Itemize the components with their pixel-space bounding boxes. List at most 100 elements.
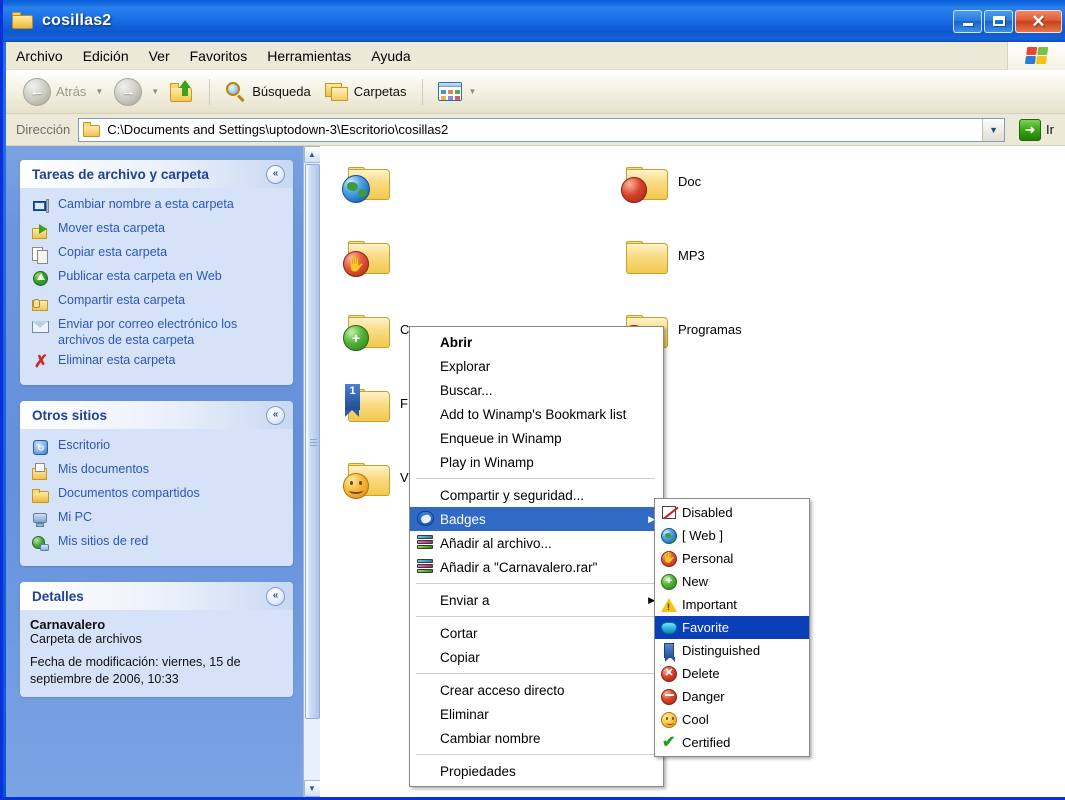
client-area: Archivo Edición Ver Favoritos Herramient…	[6, 42, 1065, 797]
ctx-item-winamp-bookmark[interactable]: Add to Winamp's Bookmark list	[410, 402, 663, 426]
scrollbar-thumb[interactable]	[304, 164, 320, 719]
badge-item-danger[interactable]: Danger	[655, 685, 809, 708]
minimize-button[interactable]	[953, 9, 982, 33]
network-places-icon	[32, 535, 50, 553]
ctx-item-cambiar-nombre[interactable]: Cambiar nombre	[410, 726, 663, 750]
forward-history-caret-icon[interactable]: ▼	[151, 87, 159, 96]
file-item-doc[interactable]: Doc	[620, 158, 701, 204]
chevron-up-icon[interactable]: «	[266, 586, 285, 606]
task-copy-folder[interactable]: Copiar esta carpeta	[30, 243, 283, 267]
back-button[interactable]: ← Atrás	[16, 74, 93, 110]
main-split: Tareas de archivo y carpeta « Cambiar no…	[6, 146, 1065, 797]
task-move-folder[interactable]: Mover esta carpeta	[30, 219, 283, 243]
views-button[interactable]: ▼	[431, 78, 488, 105]
badge-item-personal[interactable]: ✋ Personal	[655, 547, 809, 570]
badge-item-disabled[interactable]: Disabled	[655, 501, 809, 524]
ctx-item-anadir-al-archivo[interactable]: Añadir al archivo...	[410, 531, 663, 555]
menu-edicion[interactable]: Edición	[73, 44, 139, 68]
no-icon	[416, 333, 436, 351]
badge-item-important[interactable]: Important	[655, 593, 809, 616]
menu-ayuda[interactable]: Ayuda	[361, 44, 420, 68]
address-input[interactable]: C:\Documents and Settings\uptodown-3\Esc…	[78, 117, 1006, 142]
copy-icon	[32, 246, 50, 264]
scrollbar-track[interactable]	[303, 163, 321, 780]
panel-title: Otros sitios	[32, 407, 108, 423]
badge-item-delete[interactable]: ✕ Delete	[655, 662, 809, 685]
panel-header[interactable]: Tareas de archivo y carpeta «	[20, 160, 293, 188]
go-button[interactable]: ➜ Ir	[1014, 117, 1059, 143]
badges-submenu[interactable]: Disabled [ Web ] ✋ Personal + New ! Impo…	[654, 498, 810, 757]
context-menu[interactable]: Abrir Explorar Buscar... Add to Winamp's…	[409, 326, 664, 787]
ctx-item-buscar[interactable]: Buscar...	[410, 378, 663, 402]
my-documents-icon	[32, 463, 50, 481]
search-button[interactable]: Búsqueda	[218, 77, 318, 107]
file-item-cool[interactable]: V	[342, 454, 409, 500]
badge-item-distinguished[interactable]: Distinguished	[655, 639, 809, 662]
ctx-item-eliminar[interactable]: Eliminar	[410, 702, 663, 726]
file-item-mp3[interactable]: MP3	[620, 232, 705, 278]
ctx-item-cortar[interactable]: Cortar	[410, 621, 663, 645]
file-item-distinguished[interactable]: 1 F	[342, 380, 408, 426]
ctx-item-propiedades[interactable]: Propiedades	[410, 759, 663, 783]
ctx-item-crear-acceso-directo[interactable]: Crear acceso directo	[410, 678, 663, 702]
sidebar-scrollbar[interactable]: ▲ ▼	[303, 146, 321, 797]
chevron-up-icon[interactable]: «	[266, 405, 285, 425]
maximize-button[interactable]	[984, 9, 1013, 33]
badge-item-favorite[interactable]: Favorite	[655, 616, 809, 639]
badge-item-certified[interactable]: ✔ Certified	[655, 731, 809, 754]
task-label: Eliminar esta carpeta	[58, 353, 176, 368]
folders-button[interactable]: Carpetas	[318, 78, 414, 106]
place-label: Mis documentos	[58, 462, 150, 477]
task-send-mail[interactable]: Enviar por correo electrónico los archiv…	[30, 315, 283, 351]
task-share-folder[interactable]: Compartir esta carpeta	[30, 291, 283, 315]
ctx-item-copiar[interactable]: Copiar	[410, 645, 663, 669]
up-button[interactable]	[163, 77, 201, 106]
file-item-new[interactable]: + C	[342, 306, 409, 352]
task-publish-web[interactable]: Publicar esta carpeta en Web	[30, 267, 283, 291]
back-history-caret-icon[interactable]: ▼	[95, 87, 103, 96]
views-caret-icon[interactable]: ▼	[469, 87, 477, 96]
toolbar: ← Atrás ▼ → ▼ Búsqueda Carpetas ▼	[6, 70, 1065, 114]
explorer-window: cosillas2 ✕ Archivo Edición Ver Favorito…	[0, 0, 1065, 800]
my-pc-icon	[32, 511, 50, 529]
winrar-icon	[416, 558, 436, 576]
ctx-item-compartir-seguridad[interactable]: Compartir y seguridad...	[410, 483, 663, 507]
badge-item-web[interactable]: [ Web ]	[655, 524, 809, 547]
menu-archivo[interactable]: Archivo	[6, 44, 73, 68]
place-escritorio[interactable]: ↻ Escritorio	[30, 436, 283, 460]
ctx-item-winamp-enqueue[interactable]: Enqueue in Winamp	[410, 426, 663, 450]
window-controls: ✕	[953, 9, 1065, 33]
address-dropdown-icon[interactable]: ▼	[982, 118, 1005, 141]
file-item-personal[interactable]: ✋	[342, 232, 400, 278]
ctx-item-explorar[interactable]: Explorar	[410, 354, 663, 378]
file-item-web[interactable]	[342, 158, 400, 204]
place-mis-documentos[interactable]: Mis documentos	[30, 460, 283, 484]
window-title: cosillas2	[42, 12, 112, 29]
ctx-item-enviar-a[interactable]: Enviar a ▶	[410, 588, 663, 612]
place-mi-pc[interactable]: Mi PC	[30, 508, 283, 532]
close-button[interactable]: ✕	[1015, 9, 1062, 33]
place-mis-sitios-de-red[interactable]: Mis sitios de red	[30, 532, 283, 556]
new-plus-icon: +	[343, 325, 369, 351]
menu-favoritos[interactable]: Favoritos	[180, 44, 258, 68]
ctx-item-abrir[interactable]: Abrir	[410, 330, 663, 354]
title-bar[interactable]: cosillas2 ✕	[3, 0, 1065, 42]
ctx-item-winamp-play[interactable]: Play in Winamp	[410, 450, 663, 474]
ctx-item-badges[interactable]: Badges ▶	[410, 507, 663, 531]
menu-ver[interactable]: Ver	[139, 44, 180, 68]
scroll-up-button[interactable]: ▲	[303, 146, 321, 163]
badge-item-new[interactable]: + New	[655, 570, 809, 593]
badge-item-cool[interactable]: Cool	[655, 708, 809, 731]
menu-herramientas[interactable]: Herramientas	[257, 44, 361, 68]
windows-logo-icon	[1007, 42, 1065, 70]
ctx-item-anadir-a-rar[interactable]: Añadir a "Carnavalero.rar"	[410, 555, 663, 579]
forward-button[interactable]: →	[107, 74, 149, 110]
scroll-down-button[interactable]: ▼	[303, 780, 321, 797]
panel-body: Carnavalero Carpeta de archivos Fecha de…	[20, 610, 293, 697]
chevron-up-icon[interactable]: «	[266, 164, 285, 184]
place-documentos-compartidos[interactable]: Documentos compartidos	[30, 484, 283, 508]
task-rename-folder[interactable]: Cambiar nombre a esta carpeta	[30, 195, 283, 219]
panel-header[interactable]: Detalles «	[20, 582, 293, 611]
panel-header[interactable]: Otros sitios «	[20, 401, 293, 430]
task-delete-folder[interactable]: ✗ Eliminar esta carpeta	[30, 351, 283, 375]
